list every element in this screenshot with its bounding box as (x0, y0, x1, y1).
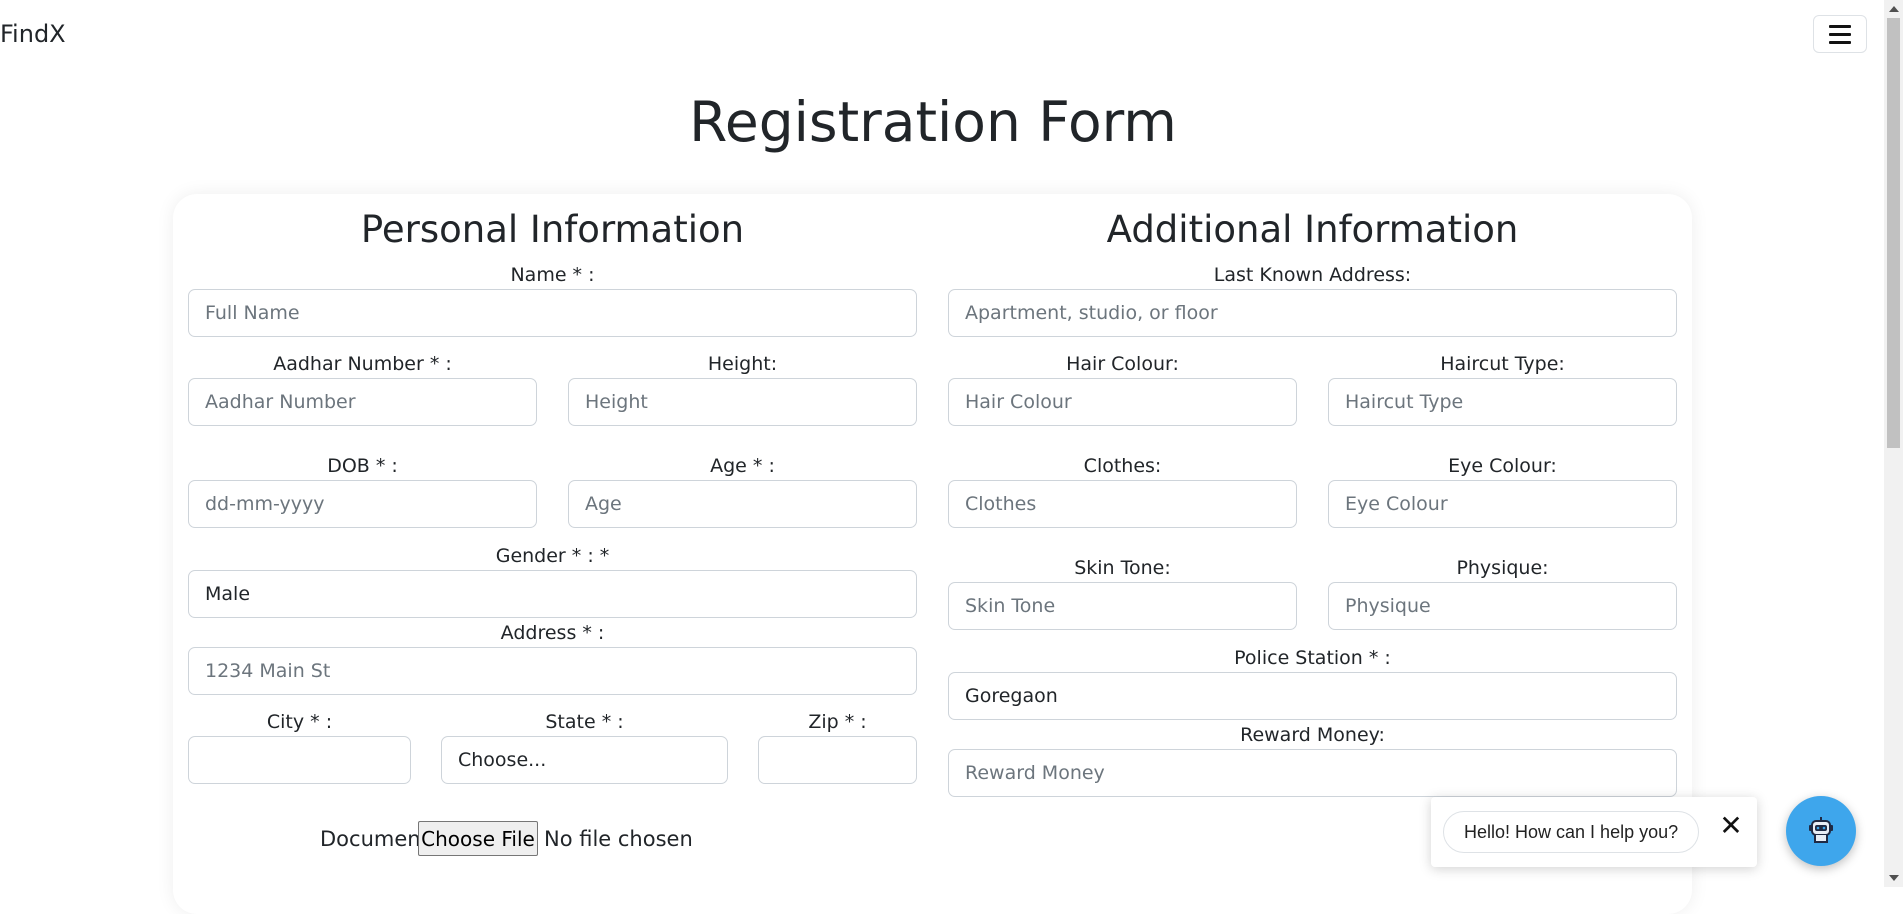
hamburger-icon-bar (1829, 40, 1851, 44)
aadhar-input[interactable] (188, 378, 537, 426)
page-title: Registration Form (689, 90, 1177, 154)
height-input[interactable] (568, 378, 917, 426)
clothes-label: Clothes: (1083, 455, 1162, 477)
scroll-up-arrow-icon[interactable] (1889, 6, 1899, 12)
police-station-select[interactable]: Goregaon (948, 672, 1677, 720)
city-input[interactable] (188, 736, 411, 784)
chat-bot-button[interactable] (1786, 796, 1856, 866)
file-status-text: No file chosen (544, 827, 693, 851)
gender-label: Gender * : * (495, 545, 610, 567)
height-label: Height: (707, 353, 778, 375)
additional-info-heading: Additional Information (1106, 208, 1519, 251)
state-select[interactable]: Choose... (441, 736, 728, 784)
skin-tone-input[interactable] (948, 582, 1297, 630)
scroll-thumb[interactable] (1887, 18, 1900, 448)
name-input[interactable] (188, 289, 917, 337)
document-label: Document (320, 827, 429, 851)
age-label: Age * : (710, 455, 775, 477)
city-label: City * : (266, 711, 333, 733)
hamburger-icon (1829, 24, 1851, 28)
aadhar-label: Aadhar Number * : (273, 353, 452, 375)
address-input[interactable] (188, 647, 917, 695)
close-icon[interactable]: ✕ (1716, 811, 1746, 841)
last-address-input[interactable] (948, 289, 1677, 337)
brand-logo[interactable]: FindX (0, 20, 66, 48)
zip-input[interactable] (758, 736, 917, 784)
haircut-input[interactable] (1328, 378, 1677, 426)
last-address-label: Last Known Address: (1213, 264, 1412, 286)
reward-input[interactable] (948, 749, 1677, 797)
choose-file-button[interactable]: Choose File (418, 821, 538, 856)
name-label: Name * : (510, 264, 595, 286)
physique-label: Physique: (1456, 557, 1549, 579)
dob-label: DOB * : (327, 455, 398, 477)
scroll-down-arrow-icon[interactable] (1889, 875, 1899, 881)
police-station-label: Police Station * : (1234, 647, 1391, 669)
address-label: Address * : (500, 622, 605, 644)
skin-tone-label: Skin Tone: (1074, 557, 1171, 579)
hair-colour-input[interactable] (948, 378, 1297, 426)
navbar-toggle-button[interactable] (1813, 15, 1867, 53)
dob-input[interactable] (188, 480, 537, 528)
personal-info-heading: Personal Information (360, 208, 745, 251)
page-scrollbar[interactable] (1884, 0, 1903, 887)
hamburger-icon-bar (1829, 32, 1851, 36)
age-input[interactable] (568, 480, 917, 528)
zip-label: Zip * : (808, 711, 867, 733)
state-label: State * : (545, 711, 624, 733)
clothes-input[interactable] (948, 480, 1297, 528)
robot-icon (1809, 817, 1833, 843)
physique-input[interactable] (1328, 582, 1677, 630)
hair-colour-label: Hair Colour: (1066, 353, 1179, 375)
eye-colour-label: Eye Colour: (1448, 455, 1557, 477)
chat-greeting-message: Hello! How can I help you? (1443, 811, 1700, 853)
eye-colour-input[interactable] (1328, 480, 1677, 528)
chat-bubble: Hello! How can I help you? ✕ (1431, 797, 1757, 867)
gender-select[interactable]: Male (188, 570, 917, 618)
haircut-label: Haircut Type: (1440, 353, 1565, 375)
reward-label: Reward Money: (1240, 724, 1385, 746)
